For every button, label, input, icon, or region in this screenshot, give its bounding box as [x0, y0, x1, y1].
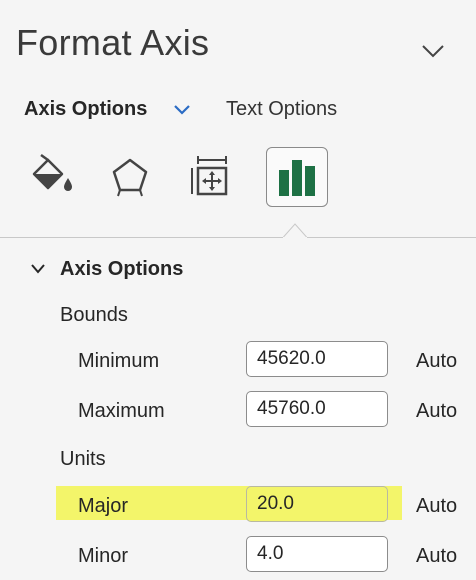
- chevron-down-icon: [174, 105, 190, 115]
- minor-label: Minor: [78, 545, 129, 567]
- minor-auto-button[interactable]: Auto: [416, 545, 457, 568]
- active-tab-pointer: [281, 222, 309, 239]
- panel-title: Format Axis: [16, 22, 210, 63]
- minimum-label: Minimum: [78, 350, 160, 372]
- minimum-input[interactable]: [246, 341, 388, 377]
- tab-axis-options[interactable]: Axis Options: [24, 98, 147, 121]
- bar-chart-icon: [279, 160, 315, 196]
- maximum-input[interactable]: [246, 391, 388, 427]
- major-label: Major: [78, 495, 129, 517]
- maximum-auto-button[interactable]: Auto: [416, 400, 457, 423]
- major-auto-button[interactable]: Auto: [416, 495, 457, 518]
- bounds-label: Bounds: [60, 304, 128, 326]
- minor-input[interactable]: [246, 536, 388, 572]
- effects-button[interactable]: [106, 152, 154, 200]
- tab-text-options[interactable]: Text Options: [226, 98, 337, 121]
- major-input[interactable]: [246, 486, 388, 522]
- pentagon-icon: [112, 158, 148, 197]
- size-properties-icon: [191, 156, 228, 196]
- units-label: Units: [60, 448, 106, 470]
- tab-divider: [0, 237, 476, 238]
- chevron-down-icon: [31, 264, 45, 274]
- axis-options-icon-button[interactable]: [266, 147, 328, 207]
- paint-bucket-icon: [32, 153, 72, 191]
- fill-line-button[interactable]: [28, 152, 76, 200]
- section-title: Axis Options: [60, 258, 184, 280]
- section-collapse-toggle[interactable]: [30, 262, 46, 276]
- chevron-down-icon: [422, 45, 444, 58]
- maximum-label: Maximum: [78, 400, 165, 422]
- minimum-auto-button[interactable]: Auto: [416, 350, 457, 373]
- axis-options-dropdown[interactable]: [172, 102, 192, 118]
- size-properties-button[interactable]: [188, 152, 236, 200]
- collapse-panel-button[interactable]: [418, 36, 448, 66]
